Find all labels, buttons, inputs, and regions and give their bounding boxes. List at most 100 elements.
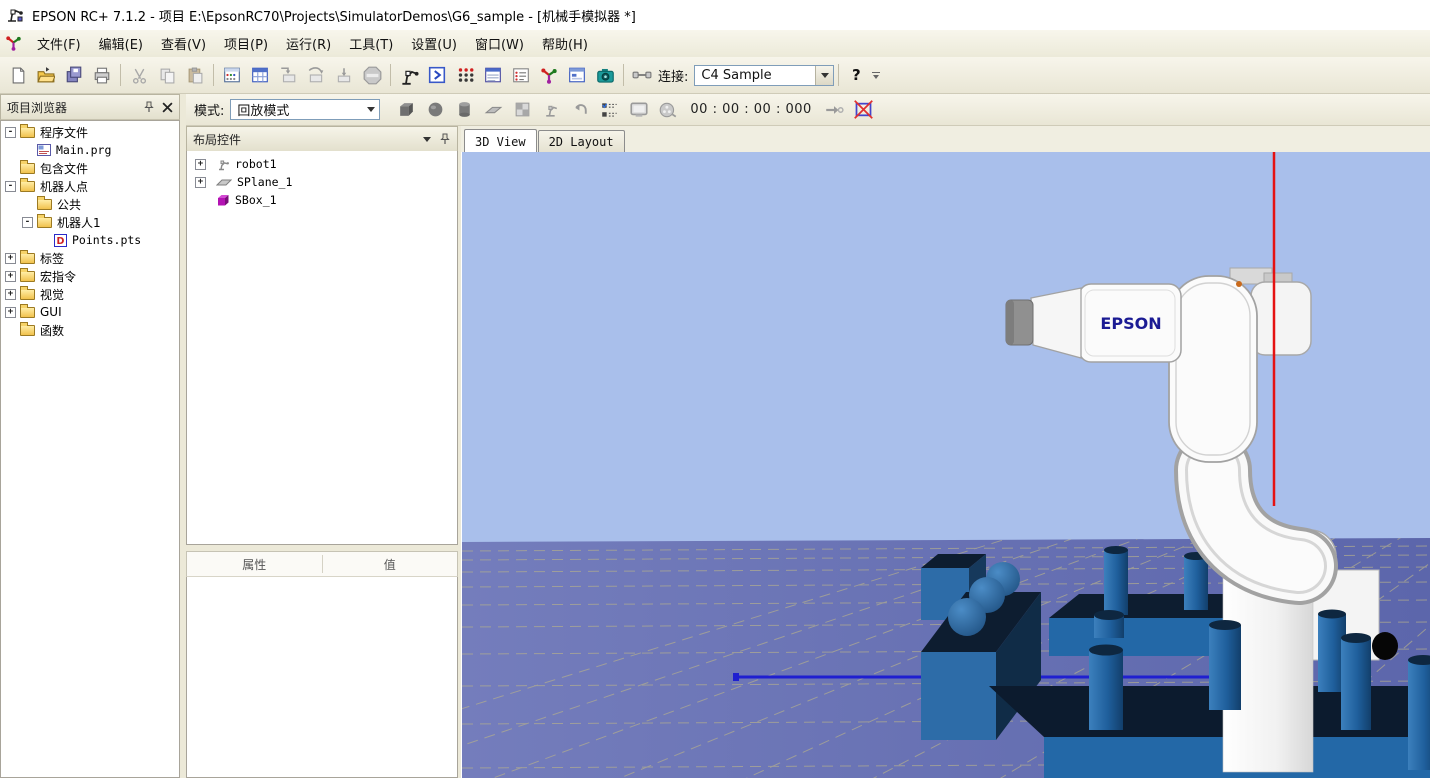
expand-icon[interactable]: + <box>195 159 206 170</box>
collapse-icon[interactable]: - <box>22 217 33 228</box>
layout-item-sbox[interactable]: SBox_1 <box>187 191 457 209</box>
step-zero-button[interactable] <box>820 96 849 124</box>
print-button[interactable] <box>88 61 116 89</box>
add-sphere-button[interactable] <box>421 96 450 124</box>
collision-check-button[interactable] <box>595 96 624 124</box>
collapse-icon[interactable]: - <box>5 181 16 192</box>
tree-item-macros[interactable]: + 宏指令 <box>1 267 179 285</box>
tree-item-labels[interactable]: + 标签 <box>1 249 179 267</box>
layout-objects-tree: + robot1 + SPlane_1 SBox_1 <box>186 151 458 545</box>
step-over-icon <box>307 66 325 84</box>
step-out-button[interactable] <box>330 61 358 89</box>
menu-project[interactable]: 项目(P) <box>215 30 277 57</box>
io-label-editor-button[interactable] <box>218 61 246 89</box>
connection-dropdown-button[interactable] <box>815 66 833 85</box>
help-button[interactable]: ? <box>843 62 869 88</box>
tree-item-points-pts[interactable]: D Points.pts <box>1 231 179 249</box>
layout-item-robot1[interactable]: + robot1 <box>187 155 457 173</box>
expand-icon[interactable]: + <box>195 177 206 188</box>
open-project-button[interactable] <box>32 61 60 89</box>
property-column-header: 属性 <box>187 556 322 573</box>
add-pattern-button[interactable] <box>508 96 537 124</box>
menu-edit[interactable]: 编辑(E) <box>90 30 152 57</box>
chevron-down-icon[interactable] <box>419 131 435 147</box>
points-editor-button[interactable] <box>246 61 274 89</box>
expand-icon[interactable]: + <box>5 307 16 318</box>
tree-item-program-files[interactable]: - 程序文件 <box>1 123 179 141</box>
mode-select[interactable]: 回放模式 <box>230 99 380 120</box>
robot-manager-button[interactable] <box>395 61 423 89</box>
toolbar-overflow-button[interactable] <box>869 63 883 87</box>
tree-item-label: Points.pts <box>72 233 141 247</box>
step-into-button[interactable] <box>274 61 302 89</box>
pts-file-icon: D <box>54 234 67 247</box>
folder-open-icon <box>37 217 52 228</box>
title-bar: EPSON RC+ 7.1.2 - 项目 E:\EpsonRC70\Projec… <box>0 0 1430 30</box>
add-cylinder-button[interactable] <box>450 96 479 124</box>
project-browser-title: 项目浏览器 <box>7 99 139 116</box>
add-box-button[interactable] <box>392 96 421 124</box>
tab-3d-view[interactable]: 3D View <box>464 129 537 152</box>
folder-icon <box>20 289 35 300</box>
tree-item-include-files[interactable]: 包含文件 <box>1 159 179 177</box>
close-icon[interactable] <box>159 99 175 115</box>
menu-file[interactable]: 文件(F) <box>28 30 90 57</box>
pattern-icon <box>513 100 532 119</box>
new-file-button[interactable] <box>4 61 32 89</box>
expand-icon[interactable]: + <box>5 253 16 264</box>
mode-dropdown-button[interactable] <box>362 100 379 119</box>
menu-run[interactable]: 运行(R) <box>277 30 340 57</box>
crossed-box-icon <box>853 99 874 120</box>
add-plane-button[interactable] <box>479 96 508 124</box>
pin-icon[interactable] <box>141 99 157 115</box>
paste-button[interactable] <box>181 61 209 89</box>
menu-help[interactable]: 帮助(H) <box>533 30 597 57</box>
tree-item-robot1[interactable]: - 机器人1 <box>1 213 179 231</box>
run-window-button[interactable] <box>423 61 451 89</box>
record-video-button[interactable] <box>653 96 682 124</box>
menu-setup[interactable]: 设置(U) <box>402 30 466 57</box>
connection-select[interactable]: C4 Sample <box>694 65 834 86</box>
tree-item-common[interactable]: 公共 <box>1 195 179 213</box>
save-all-button[interactable] <box>60 61 88 89</box>
add-robot-button[interactable] <box>537 96 566 124</box>
collision-display-off-button[interactable] <box>849 96 878 124</box>
black-part[interactable] <box>1372 632 1398 660</box>
simulator-button[interactable] <box>535 61 563 89</box>
tree-item-main-prg[interactable]: Main.prg <box>1 141 179 159</box>
layout-controls-panel: 布局控件 + robot1 + SPlane_1 SBox_1 <box>186 126 458 778</box>
tab-2d-layout[interactable]: 2D Layout <box>538 130 625 152</box>
task-manager-button[interactable] <box>479 61 507 89</box>
new-file-icon <box>10 67 27 84</box>
3d-viewport[interactable]: EPSON <box>461 152 1430 778</box>
command-window-button[interactable] <box>507 61 535 89</box>
virtual-controller-button[interactable] <box>624 96 653 124</box>
expand-icon[interactable]: + <box>5 289 16 300</box>
cut-button[interactable] <box>125 61 153 89</box>
menu-window[interactable]: 窗口(W) <box>466 30 533 57</box>
expand-icon[interactable]: + <box>5 271 16 282</box>
io-monitor-button[interactable] <box>451 61 479 89</box>
folder-icon <box>37 199 52 210</box>
robot-manager-icon <box>400 66 419 85</box>
vision-camera-button[interactable] <box>591 61 619 89</box>
step-over-button[interactable] <box>302 61 330 89</box>
menu-view[interactable]: 查看(V) <box>152 30 215 57</box>
tree-item-label: 宏指令 <box>40 268 76 285</box>
stop-button[interactable] <box>358 61 386 89</box>
copy-button[interactable] <box>153 61 181 89</box>
tree-item-functions[interactable]: 函数 <box>1 321 179 339</box>
tree-item-gui[interactable]: + GUI <box>1 303 179 321</box>
3d-scene[interactable]: EPSON <box>462 152 1430 778</box>
connect-button[interactable] <box>628 61 656 89</box>
tree-item-vision[interactable]: + 视觉 <box>1 285 179 303</box>
mode-value: 回放模式 <box>231 100 362 119</box>
layout-item-splane[interactable]: + SPlane_1 <box>187 173 457 191</box>
tree-item-label: 机器人1 <box>57 214 101 231</box>
undo-button[interactable] <box>566 96 595 124</box>
gui-builder-button[interactable] <box>563 61 591 89</box>
menu-tools[interactable]: 工具(T) <box>340 30 402 57</box>
pin-icon[interactable] <box>437 131 453 147</box>
tree-item-robot-points[interactable]: - 机器人点 <box>1 177 179 195</box>
collapse-icon[interactable]: - <box>5 127 16 138</box>
